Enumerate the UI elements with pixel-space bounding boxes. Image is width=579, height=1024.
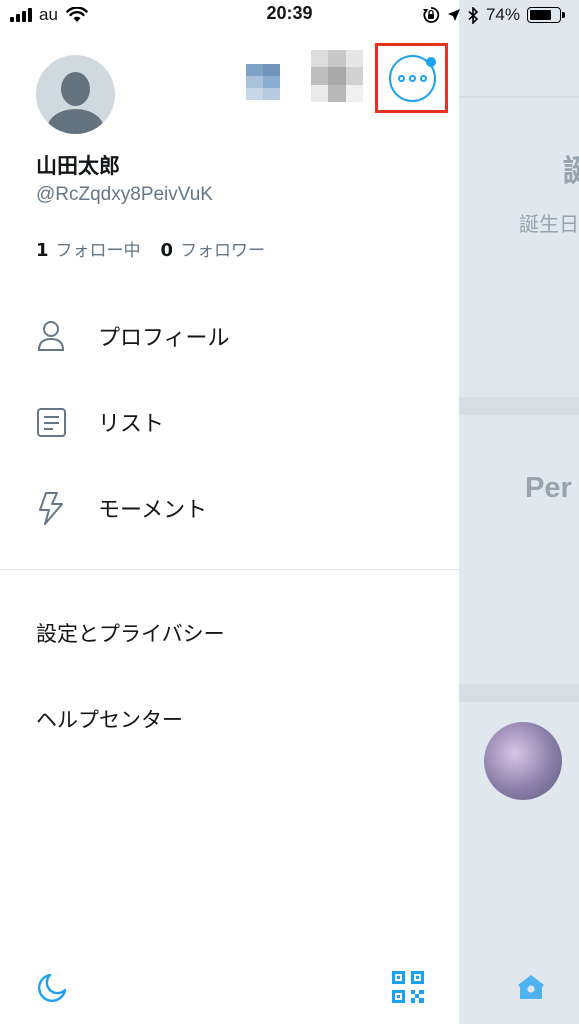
default-avatar-body [47, 109, 104, 134]
menu-item-profile[interactable]: プロフィール [0, 301, 459, 371]
list-icon [37, 408, 66, 437]
menu-item-label: モーメント [98, 498, 208, 523]
orientation-lock-icon [422, 7, 440, 23]
following-label[interactable]: フォロー中 [56, 236, 141, 261]
tweet-author-avatar[interactable] [484, 722, 562, 800]
profile-avatar[interactable] [36, 55, 115, 134]
timeline-subtext-fragment: 誕生日 [519, 212, 579, 236]
menu-item-settings-privacy[interactable]: 設定とプライバシー [36, 618, 225, 648]
followers-count[interactable]: 0 [161, 240, 174, 261]
menu-item-lists[interactable]: リスト [0, 387, 459, 457]
status-bar: au 20:39 74% [0, 0, 579, 30]
profile-handle[interactable]: @RcZqdxy8PeivVuK [36, 184, 213, 206]
lightning-icon [39, 492, 63, 525]
timeline-heading-fragment: 誕 [563, 154, 579, 189]
person-icon [37, 321, 65, 351]
more-accounts-button[interactable] [375, 43, 448, 113]
location-icon [447, 9, 460, 21]
side-drawer: 山田太郎 @RcZqdxy8PeivVuK 1 フォロー中 0 フォロワー プロ… [0, 0, 459, 1024]
timeline-divider [459, 684, 579, 702]
following-count[interactable]: 1 [36, 240, 49, 261]
menu-item-moments[interactable]: モーメント [0, 473, 459, 543]
menu-item-help-center[interactable]: ヘルプセンター [36, 704, 183, 734]
home-icon[interactable] [516, 972, 546, 1002]
other-account-avatar[interactable] [311, 50, 363, 102]
other-account-avatar[interactable] [246, 64, 280, 100]
menu-item-label: プロフィール [98, 326, 230, 351]
notification-dot [426, 57, 436, 67]
qr-code-icon[interactable] [391, 970, 425, 1004]
bluetooth-icon [468, 6, 479, 24]
battery-icon [527, 7, 565, 23]
battery-percentage: 74% [485, 5, 520, 24]
timeline-divider [459, 397, 579, 415]
menu-divider [0, 569, 459, 570]
timeline-divider [459, 96, 579, 98]
follow-stats: 1 フォロー中 0 フォロワー [36, 236, 265, 261]
night-mode-icon[interactable] [36, 972, 68, 1004]
menu-item-label: リスト [98, 412, 165, 437]
followers-label[interactable]: フォロワー [180, 236, 265, 261]
timeline-card-title-fragment: Per [525, 472, 572, 504]
background-timeline: 誕 誕生日 Per [459, 0, 579, 1024]
default-avatar-head [61, 72, 90, 106]
profile-display-name[interactable]: 山田太郎 [36, 150, 120, 180]
